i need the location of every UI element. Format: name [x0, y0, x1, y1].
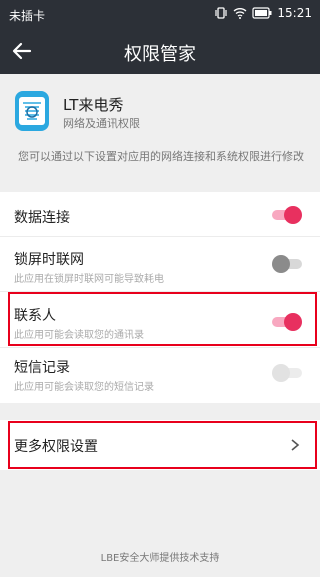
lockscreen-network-toggle[interactable]: [272, 255, 302, 273]
highlight-box-contacts: [8, 292, 317, 346]
app-description: 您可以通过以下设置对应用的网络连接和系统权限进行修改: [18, 150, 304, 163]
clock: 15:21: [277, 6, 312, 20]
battery-icon: [252, 7, 272, 19]
app-bar: 权限管家: [0, 28, 320, 74]
permission-row-lockscreen-network[interactable]: 锁屏时联网 此应用在锁屏时联网可能导致耗电: [0, 237, 320, 291]
permission-label: 短信记录: [14, 360, 70, 376]
permission-description: 此应用在锁屏时联网可能导致耗电: [14, 274, 164, 285]
vibrate-icon: [215, 7, 228, 19]
carrier-label: 未插卡: [9, 9, 46, 23]
permission-label: 锁屏时联网: [14, 252, 84, 268]
permission-row-sms-records[interactable]: 短信记录 此应用可能会读取您的短信记录: [0, 348, 320, 403]
sms-records-toggle[interactable]: [272, 364, 302, 382]
permission-row-data-connection[interactable]: 数据连接: [0, 192, 320, 236]
data-connection-toggle[interactable]: [272, 206, 302, 224]
highlight-box-more-settings: [8, 421, 317, 469]
app-subtitle: 网络及通讯权限: [63, 117, 140, 130]
app-info-section: LT来电秀 网络及通讯权限 您可以通过以下设置对应用的网络连接和系统权限进行修改: [0, 74, 320, 192]
app-logo-icon: [15, 91, 49, 131]
wifi-icon: [233, 8, 247, 19]
permission-label: 数据连接: [14, 210, 70, 226]
status-icons: 15:21: [214, 6, 312, 20]
status-bar: 未插卡 15:21: [0, 0, 320, 28]
page-title: 权限管家: [124, 44, 196, 65]
permission-description: 此应用可能会读取您的短信记录: [14, 382, 154, 393]
footer-credit: LBE安全大师提供技术支持: [100, 553, 220, 564]
app-name: LT来电秀: [63, 96, 124, 114]
